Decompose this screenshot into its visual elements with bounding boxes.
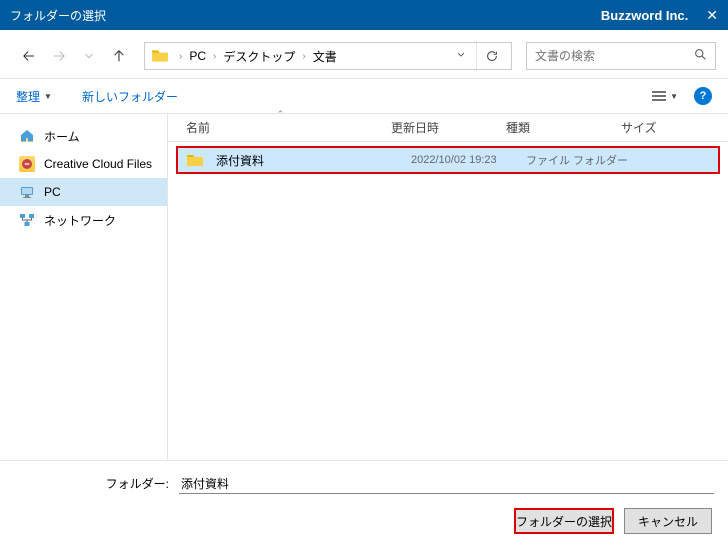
sidebar-item-cloud[interactable]: ∞ Creative Cloud Files [0, 150, 167, 178]
column-header-name[interactable]: ⌃ 名前 [178, 119, 383, 136]
folder-label: フォルダー: [14, 475, 179, 492]
cancel-button[interactable]: キャンセル [624, 508, 712, 534]
home-icon [18, 127, 36, 145]
nav-toolbar: › PC › デスクトップ › 文書 [0, 30, 728, 78]
command-bar: 整理 ▼ 新しいフォルダー ▼ ? [0, 78, 728, 114]
footer: フォルダー: フォルダーの選択 キャンセル [0, 460, 728, 546]
chevron-right-icon: › [175, 51, 186, 62]
main-area: ホーム ∞ Creative Cloud Files PC ネットワーク ⌃ 名… [0, 114, 728, 460]
new-folder-label: 新しいフォルダー [82, 88, 178, 105]
chevron-down-icon [82, 49, 96, 63]
window-title: フォルダーの選択 [10, 7, 106, 24]
breadcrumb-seg-1[interactable]: デスクトップ [220, 48, 298, 65]
sidebar-item-network[interactable]: ネットワーク [0, 206, 167, 234]
new-folder-button[interactable]: 新しいフォルダー [82, 88, 178, 105]
breadcrumb-seg-0[interactable]: PC [186, 49, 209, 63]
sidebar-item-label: PC [44, 185, 61, 199]
chevron-down-icon [456, 50, 466, 60]
view-button[interactable]: ▼ [651, 90, 678, 102]
chevron-down-icon: ▼ [670, 92, 678, 101]
cloud-icon: ∞ [18, 155, 36, 173]
row-name: 添付資料 [210, 152, 405, 169]
list-header: ⌃ 名前 更新日時 種類 サイズ [168, 114, 728, 142]
column-header-date[interactable]: 更新日時 [383, 119, 498, 136]
folder-icon [186, 153, 204, 167]
close-icon[interactable]: ✕ [706, 7, 718, 24]
folder-input[interactable] [179, 473, 714, 494]
arrow-up-icon [112, 49, 126, 63]
breadcrumb-dropdown[interactable] [450, 49, 472, 63]
refresh-button[interactable] [476, 43, 507, 69]
breadcrumb[interactable]: › PC › デスクトップ › 文書 [144, 42, 512, 70]
forward-button[interactable] [48, 45, 70, 67]
help-button[interactable]: ? [694, 87, 712, 105]
sidebar-item-label: Creative Cloud Files [44, 157, 152, 171]
pc-icon [18, 183, 36, 201]
back-button[interactable] [18, 45, 40, 67]
search-input[interactable] [535, 49, 694, 63]
sidebar-item-label: ホーム [44, 128, 80, 145]
organize-label: 整理 [16, 88, 40, 105]
sidebar: ホーム ∞ Creative Cloud Files PC ネットワーク [0, 114, 168, 460]
sidebar-item-pc[interactable]: PC [0, 178, 167, 206]
row-type: ファイル フォルダー [520, 152, 635, 168]
list-row[interactable]: 添付資料 2022/10/02 19:23 ファイル フォルダー [176, 146, 720, 174]
select-folder-button[interactable]: フォルダーの選択 [514, 508, 614, 534]
search-icon[interactable] [694, 48, 707, 64]
list-body: 添付資料 2022/10/02 19:23 ファイル フォルダー [168, 142, 728, 174]
up-button[interactable] [108, 45, 130, 67]
refresh-icon [485, 49, 499, 63]
title-bar: フォルダーの選択 Buzzword Inc. ✕ [0, 0, 728, 30]
search-box[interactable] [526, 42, 716, 70]
recent-dropdown[interactable] [78, 45, 100, 67]
column-header-type[interactable]: 種類 [498, 119, 613, 136]
organize-button[interactable]: 整理 ▼ [16, 88, 52, 105]
sidebar-item-home[interactable]: ホーム [0, 122, 167, 150]
row-date: 2022/10/02 19:23 [405, 154, 520, 166]
breadcrumb-seg-2[interactable]: 文書 [310, 48, 340, 65]
column-header-size[interactable]: サイズ [613, 119, 728, 136]
arrow-right-icon [52, 49, 66, 63]
file-list: ⌃ 名前 更新日時 種類 サイズ 添付資料 2022/10/02 19:23 フ… [168, 114, 728, 460]
company-label: Buzzword Inc. [601, 8, 688, 23]
sidebar-item-label: ネットワーク [44, 212, 116, 229]
network-icon [18, 211, 36, 229]
chevron-down-icon: ▼ [44, 92, 52, 101]
arrow-left-icon [22, 49, 36, 63]
folder-icon [151, 47, 169, 65]
chevron-right-icon: › [209, 51, 220, 62]
chevron-right-icon: › [298, 51, 309, 62]
list-view-icon [651, 90, 667, 102]
sort-asc-icon: ⌃ [277, 109, 285, 120]
